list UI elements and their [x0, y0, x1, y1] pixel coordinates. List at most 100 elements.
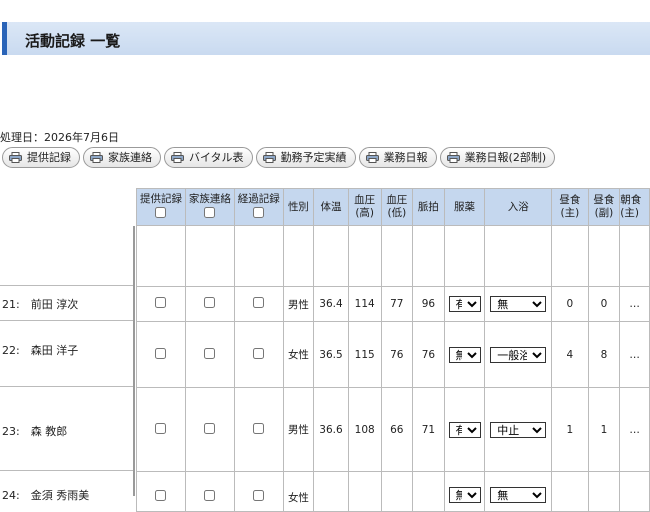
table-row: 男性 36.4 114 77 96 有 無 0 0 … — [136, 286, 650, 322]
lunch-main-cell: 4 — [551, 321, 589, 388]
daily-report-2shift-button[interactable]: 業務日報(2部制) — [439, 147, 556, 168]
resident-name-row: 24: 金須 秀雨美 — [0, 470, 135, 503]
process-date: 処理日：2026年7月6日 — [0, 131, 119, 144]
report-button-row: 提供記録 家族連絡 バイタル表 勤務予定実績 業務日報 業務日報(2部制) — [2, 147, 558, 168]
col-teikyo-record: 提供記録 — [136, 188, 186, 226]
bathing-select[interactable]: 無 — [490, 296, 547, 312]
family-contact-checkbox[interactable] — [204, 347, 216, 359]
header-label: 家族連絡 — [188, 192, 231, 205]
teikyo-record-checkbox[interactable] — [155, 490, 167, 501]
resident-name-row: 21: 前田 淳次 — [0, 285, 135, 320]
progress-record-checkbox[interactable] — [253, 490, 265, 501]
bp-high-cell: 114 — [347, 286, 382, 322]
lunch-side-cell: 8 — [587, 321, 621, 388]
table-row: 女性 36.5 115 76 76 無 一般浴 4 8 … — [136, 321, 650, 388]
printer-icon — [446, 151, 460, 163]
family-contact-checkbox[interactable] — [204, 297, 216, 308]
col-bp-low: 血圧 (低) — [380, 188, 414, 226]
page-title: 活動記録 一覧 — [25, 32, 121, 50]
table-row: 女性 無 無 — [136, 471, 650, 512]
progress-record-checkbox[interactable] — [253, 422, 265, 434]
temperature-cell: 36.5 — [313, 321, 349, 388]
progress-record-checkbox[interactable] — [253, 297, 265, 308]
shift-actual-button[interactable]: 勤務予定実績 — [255, 147, 356, 168]
bathing-select[interactable]: 一般浴 — [490, 346, 547, 363]
table-row: 男性 36.6 108 66 71 有 中止 1 1 … — [136, 387, 650, 472]
pulse-cell: 71 — [412, 387, 445, 472]
medication-select[interactable]: 有 — [448, 421, 481, 438]
sex-cell: 女性 — [282, 321, 315, 388]
bp-high-cell: 115 — [347, 321, 382, 388]
printer-icon — [171, 151, 184, 163]
resident-name[interactable]: 24: 金須 秀雨美 — [2, 487, 89, 503]
column-divider — [133, 226, 135, 496]
sex-cell: 男性 — [282, 387, 315, 472]
more-cell: … — [619, 286, 650, 322]
printer-icon — [262, 151, 276, 163]
resident-name[interactable]: 23: 森 教郎 — [2, 423, 67, 439]
medication-select[interactable]: 有 — [448, 296, 481, 312]
resident-name-row: 22: 森田 洋子 — [0, 320, 135, 386]
activity-table: 提供記録 家族連絡 経過記録 性別 体温 血圧 (高) 血圧 (低) 脈拍 服薬… — [136, 188, 650, 512]
pulse-cell: 96 — [412, 286, 445, 322]
header-label: 経過記録 — [237, 192, 280, 205]
temperature-cell — [313, 471, 349, 512]
more-cell: … — [619, 387, 650, 472]
teikyo-record-button[interactable]: 提供記録 — [2, 147, 80, 168]
sex-cell: 女性 — [282, 471, 315, 512]
button-label: 提供記録 — [27, 151, 71, 164]
lunch-main-cell: 1 — [551, 387, 589, 472]
vital-sheet-button[interactable]: バイタル表 — [164, 147, 253, 168]
pulse-cell — [412, 471, 445, 512]
resident-name[interactable]: 21: 前田 淳次 — [2, 296, 78, 312]
header-label: 提供記録 — [139, 192, 182, 205]
select-all-teikyo-checkbox[interactable] — [155, 206, 167, 218]
col-bathing: 入浴 — [484, 188, 553, 226]
printer-icon — [365, 151, 379, 163]
table-header-row: 提供記録 家族連絡 経過記録 性別 体温 血圧 (高) 血圧 (低) 脈拍 服薬… — [136, 188, 650, 226]
select-all-family-checkbox[interactable] — [204, 206, 216, 218]
bp-low-cell: 66 — [380, 387, 414, 472]
col-temperature: 体温 — [313, 188, 349, 226]
col-lunch-main: 昼食 (主) — [551, 188, 589, 226]
more-cell — [619, 471, 650, 512]
button-label: 業務日報 — [383, 151, 428, 164]
bp-low-cell: 77 — [380, 286, 414, 322]
medication-select[interactable]: 無 — [448, 346, 481, 363]
family-contact-checkbox[interactable] — [204, 422, 216, 434]
printer-icon — [9, 151, 22, 163]
temperature-cell: 36.4 — [313, 286, 349, 322]
pulse-cell: 76 — [412, 321, 445, 388]
bathing-select[interactable]: 無 — [490, 487, 547, 503]
col-sex: 性別 — [282, 188, 315, 226]
teikyo-record-checkbox[interactable] — [155, 347, 167, 359]
bp-high-cell: 108 — [347, 387, 382, 472]
col-breakfast-main: 朝食 (主) — [619, 188, 650, 226]
resident-name[interactable]: 22: 森田 洋子 — [2, 342, 78, 358]
col-progress-record: 経過記録 — [233, 188, 284, 226]
printer-icon — [90, 151, 103, 163]
lunch-side-cell: 0 — [587, 286, 621, 322]
col-family-contact: 家族連絡 — [184, 188, 235, 226]
progress-record-checkbox[interactable] — [253, 347, 265, 359]
sex-cell: 男性 — [282, 286, 315, 322]
teikyo-record-checkbox[interactable] — [155, 422, 167, 434]
family-contact-checkbox[interactable] — [204, 490, 216, 501]
select-all-progress-checkbox[interactable] — [253, 206, 265, 218]
temperature-cell: 36.6 — [313, 387, 349, 472]
page-title-bar: 活動記録 一覧 — [2, 22, 650, 55]
bp-low-cell — [380, 471, 414, 512]
bathing-select[interactable]: 中止 — [490, 421, 547, 438]
button-label: 家族連絡 — [108, 151, 152, 164]
daily-report-button[interactable]: 業務日報 — [358, 147, 437, 168]
lunch-main-cell — [551, 471, 589, 512]
family-contact-button[interactable]: 家族連絡 — [83, 147, 161, 168]
button-label: バイタル表 — [189, 151, 244, 164]
col-bp-high: 血圧 (高) — [347, 188, 382, 226]
lunch-side-cell — [587, 471, 621, 512]
medication-select[interactable]: 無 — [448, 487, 481, 503]
teikyo-record-checkbox[interactable] — [155, 297, 167, 308]
more-cell: … — [619, 321, 650, 388]
bp-low-cell: 76 — [380, 321, 414, 388]
lunch-main-cell: 0 — [551, 286, 589, 322]
